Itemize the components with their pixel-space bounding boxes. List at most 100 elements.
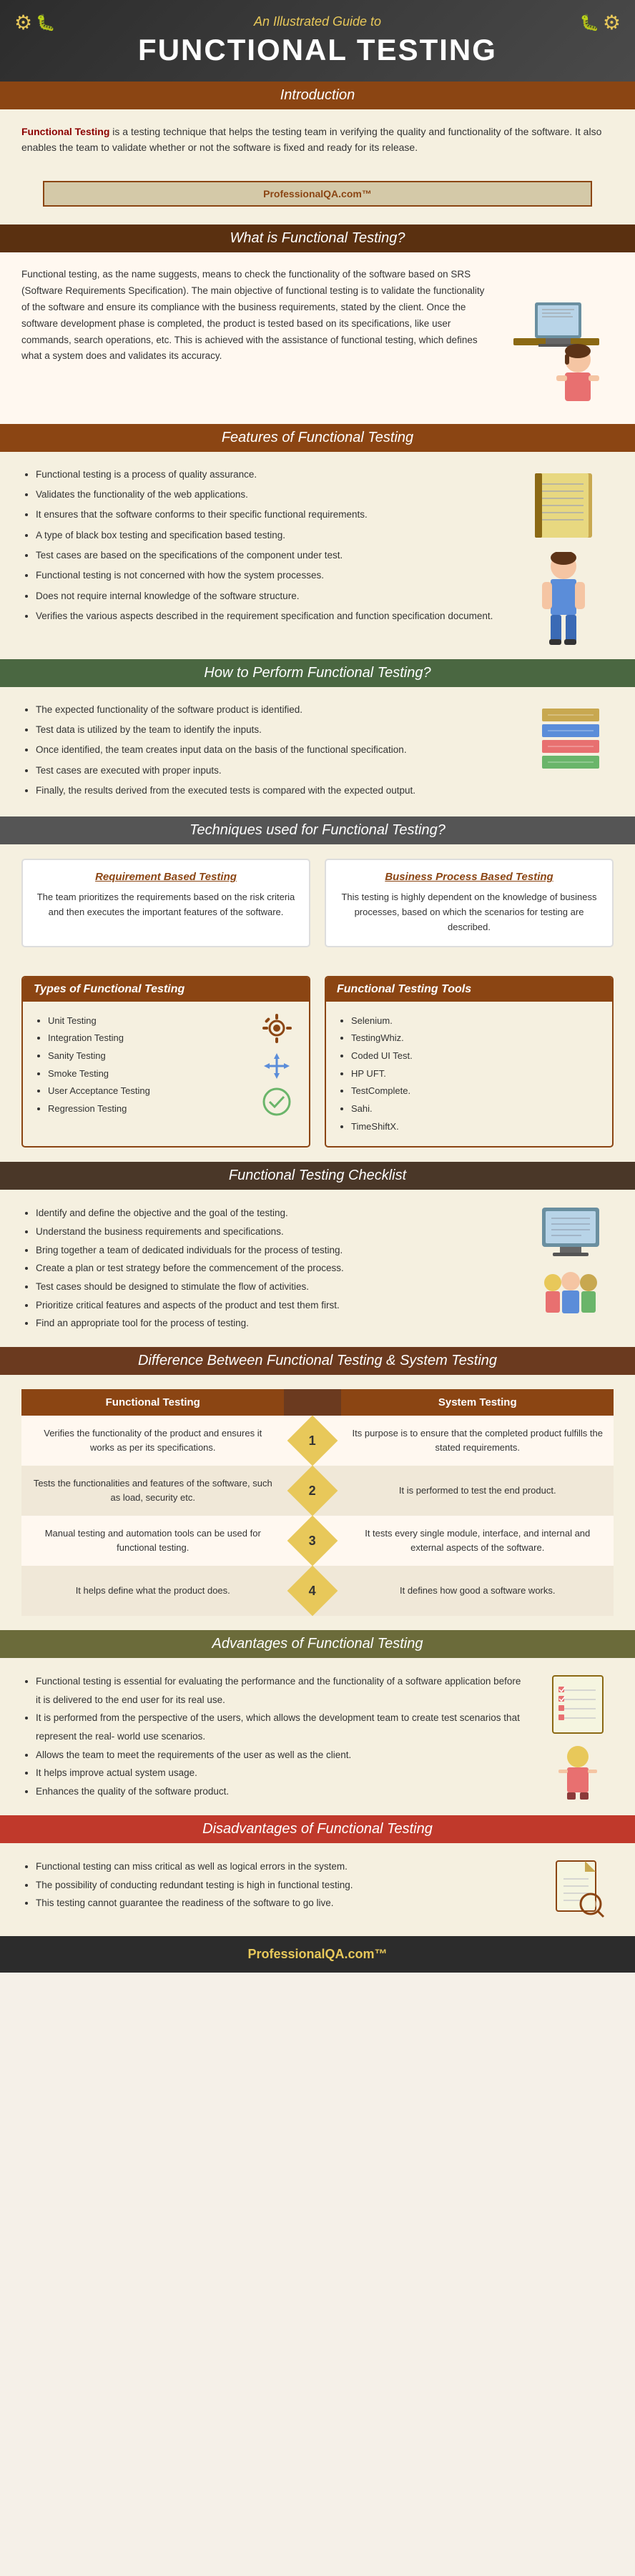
settings-icon [261,1012,293,1045]
difference-section-header: Difference Between Functional Testing & … [0,1347,635,1375]
diff-diamond-3: 4 [295,1573,330,1609]
disadvantages-section: Functional testing can miss critical as … [0,1843,635,1936]
howto-section-header: How to Perform Functional Testing? [0,659,635,687]
diff-left-2: Manual testing and automation tools can … [21,1516,284,1566]
features-image [513,466,614,645]
list-item: It helps improve actual system usage. [36,1764,528,1782]
advantages-image [542,1672,614,1801]
list-item: Validates the functionality of the web a… [36,486,499,503]
list-item: TimeShiftX. [351,1118,601,1136]
howto-section: The expected functionality of the softwa… [0,687,635,816]
list-item: Test cases are based on the specificatio… [36,547,499,564]
list-item: Create a plan or test strategy before th… [36,1259,513,1278]
list-item: Sahi. [351,1100,601,1118]
intro-section: Functional Testing is a testing techniqu… [0,109,635,170]
diff-col2-header: System Testing [341,1389,614,1416]
list-item: Prioritize critical features and aspects… [36,1296,513,1315]
header-subtitle: An Illustrated Guide to [21,14,614,29]
types-list: Unit Testing Integration Testing Sanity … [34,1012,248,1118]
books-stack-illustration [535,701,606,787]
checklist-section: Identify and define the objective and th… [0,1190,635,1346]
advantages-list: Functional testing is essential for eval… [21,1672,528,1800]
features-section-header: Features of Functional Testing [0,424,635,452]
book-illustration [528,466,599,545]
types-box-content: Unit Testing Integration Testing Sanity … [23,1002,309,1129]
professionalqa-banner: ProfessionalQA.com™ [43,181,592,207]
checklist-image [528,1204,614,1318]
list-item: Does not require internal knowledge of t… [36,588,499,605]
diff-left-1: Tests the functionalities and features o… [21,1466,284,1516]
advantages-section: Functional testing is essential for eval… [0,1658,635,1815]
list-item: Selenium. [351,1012,601,1030]
howto-list: The expected functionality of the softwa… [21,701,513,802]
diff-right-0: Its purpose is to ensure that the comple… [341,1416,614,1466]
list-item: Sanity Testing [48,1047,248,1065]
howto-items: The expected functionality of the softwa… [21,701,513,799]
diff-right-1: It is performed to test the end product. [341,1466,614,1516]
checklist-icon [549,1672,606,1737]
woman-illustration [506,267,606,410]
list-item: Test cases are executed with proper inpu… [36,762,513,779]
technique-card-title-0: Requirement Based Testing [34,871,298,883]
list-item: It ensures that the software conforms to… [36,506,499,523]
difference-table: Functional Testing System Testing Verifi… [21,1389,614,1616]
tools-box-content: Selenium. TestingWhiz. Coded UI Test. HP… [326,1002,612,1147]
list-item: A type of black box testing and specific… [36,527,499,544]
table-row: It helps define what the product does. 4… [21,1566,614,1616]
diff-num-header [284,1389,341,1416]
list-item: This testing cannot guarantee the readin… [36,1894,528,1913]
advantages-section-header: Advantages of Functional Testing [0,1630,635,1658]
diff-right-2: It tests every single module, interface,… [341,1516,614,1566]
techniques-grid: Requirement Based Testing The team prior… [21,859,614,947]
list-item: Finally, the results derived from the ex… [36,782,513,799]
list-item: It is performed from the perspective of … [36,1709,528,1745]
techniques-section: Requirement Based Testing The team prior… [0,844,635,961]
howto-image [528,701,614,787]
list-item: Functional testing is not concerned with… [36,567,499,584]
list-item: Functional testing is essential for eval… [36,1672,528,1709]
person-standing-illustration [535,552,592,645]
list-item: Understand the business requirements and… [36,1223,513,1241]
diff-diamond-1: 2 [295,1473,330,1509]
bug-icon-right: 🐛 [579,14,599,32]
diff-left-3: It helps define what the product does. [21,1566,284,1616]
header-title: FUNCTIONAL TESTING [21,33,614,67]
list-item: Test data is utilized by the team to ide… [36,721,513,739]
page-header: ⚙ 🐛 🐛 ⚙ An Illustrated Guide to FUNCTION… [0,0,635,82]
table-row: Verifies the functionality of the produc… [21,1416,614,1466]
diff-diamond-0: 1 [295,1423,330,1459]
diff-col1-header: Functional Testing [21,1389,284,1416]
list-item: Functional testing is a process of quali… [36,466,499,483]
bug-icon-left: 🐛 [36,14,55,32]
intro-text: Functional Testing is a testing techniqu… [21,124,614,156]
list-item: Allows the team to meet the requirements… [36,1746,528,1765]
monitor-icon [538,1204,603,1261]
list-item: TestingWhiz. [351,1030,601,1047]
tools-list: Selenium. TestingWhiz. Coded UI Test. HP… [337,1012,601,1136]
list-item: Regression Testing [48,1100,248,1118]
list-item: Identify and define the objective and th… [36,1204,513,1223]
list-item: Once identified, the team creates input … [36,741,513,759]
diff-left-0: Verifies the functionality of the produc… [21,1416,284,1466]
technique-card-0: Requirement Based Testing The team prior… [21,859,310,947]
tools-box: Functional Testing Tools Selenium. Testi… [325,976,614,1148]
list-item: Smoke Testing [48,1065,248,1083]
checklist-list: Identify and define the objective and th… [21,1204,513,1332]
diff-diamond-2: 3 [295,1523,330,1559]
types-icons [255,1012,298,1118]
list-item: Integration Testing [48,1030,248,1047]
disadvantages-image [542,1857,614,1922]
what-is-image [499,267,614,410]
footer-logo: ProfessionalQA.com™ [21,1947,614,1962]
table-row: Manual testing and automation tools can … [21,1516,614,1566]
features-section: Functional testing is a process of quali… [0,452,635,659]
list-item: The expected functionality of the softwa… [36,701,513,719]
disadvantages-list: Functional testing can miss critical as … [21,1857,528,1913]
list-item: Verifies the various aspects described i… [36,608,499,625]
tools-box-header: Functional Testing Tools [326,977,612,1002]
types-tools-section: Types of Functional Testing Unit Testing… [0,962,635,1163]
list-item: The possibility of conducting redundant … [36,1876,528,1895]
list-item: Test cases should be designed to stimula… [36,1278,513,1296]
checkmark-icon [262,1087,291,1116]
list-item: Enhances the quality of the software pro… [36,1782,528,1801]
